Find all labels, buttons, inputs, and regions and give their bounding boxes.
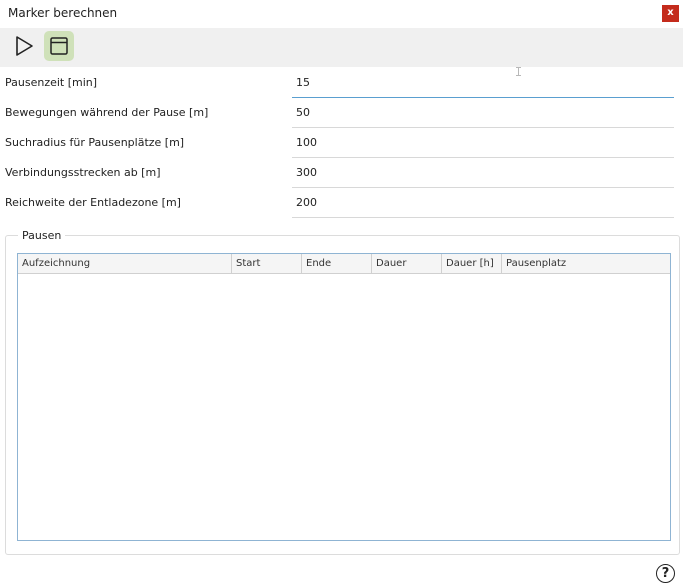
form-row-suchradius: Suchradius für Pausenplätze [m] 100 [0, 128, 683, 158]
title-bar: Marker berechnen x [0, 0, 683, 28]
suchradius-label: Suchradius für Pausenplätze [m] [5, 136, 185, 149]
column-header-ende[interactable]: Ende [302, 254, 372, 273]
bewegungen-label: Bewegungen während der Pause [m] [5, 106, 209, 119]
verbindungsstrecken-label: Verbindungsstrecken ab [m] [5, 166, 161, 179]
form-row-pausenzeit: Pausenzeit [min] 15 [0, 68, 683, 98]
toolbar [0, 28, 683, 67]
pausen-group-title: Pausen [18, 229, 66, 242]
verbindungsstrecken-input[interactable]: 300 [292, 158, 674, 188]
close-button[interactable]: x [662, 5, 679, 22]
reichweite-value: 200 [296, 196, 317, 209]
form-row-reichweite: Reichweite der Entladezone [m] 200 [0, 188, 683, 218]
run-button[interactable] [9, 31, 39, 61]
bewegungen-input[interactable]: 50 [292, 98, 674, 128]
column-header-dauer-h[interactable]: Dauer [h] [442, 254, 502, 273]
window-layout-icon [50, 37, 68, 55]
bewegungen-value: 50 [296, 106, 310, 119]
verbindungsstrecken-value: 300 [296, 166, 317, 179]
pausenzeit-value: 15 [296, 76, 310, 89]
column-header-pausenplatz[interactable]: Pausenplatz [502, 254, 670, 273]
pausenzeit-input[interactable]: 15 [292, 68, 674, 98]
column-header-aufzeichnung[interactable]: Aufzeichnung [18, 254, 232, 273]
suchradius-input[interactable]: 100 [292, 128, 674, 158]
reichweite-label: Reichweite der Entladezone [m] [5, 196, 181, 209]
help-button[interactable]: ? [656, 564, 675, 583]
layout-toggle-button[interactable] [44, 31, 74, 61]
suchradius-value: 100 [296, 136, 317, 149]
pausen-table[interactable]: Aufzeichnung Start Ende Dauer Dauer [h] … [17, 253, 671, 541]
reichweite-input[interactable]: 200 [292, 188, 674, 218]
form-row-verbindungsstrecken: Verbindungsstrecken ab [m] 300 [0, 158, 683, 188]
column-header-start[interactable]: Start [232, 254, 302, 273]
pausen-table-header: Aufzeichnung Start Ende Dauer Dauer [h] … [18, 254, 670, 274]
pausen-groupbox: Pausen Aufzeichnung Start Ende Dauer Dau… [5, 229, 680, 555]
form-row-bewegungen: Bewegungen während der Pause [m] 50 [0, 98, 683, 128]
pausenzeit-label: Pausenzeit [min] [5, 76, 98, 89]
window-title: Marker berechnen [8, 6, 118, 20]
play-icon [16, 36, 33, 56]
column-header-dauer[interactable]: Dauer [372, 254, 442, 273]
